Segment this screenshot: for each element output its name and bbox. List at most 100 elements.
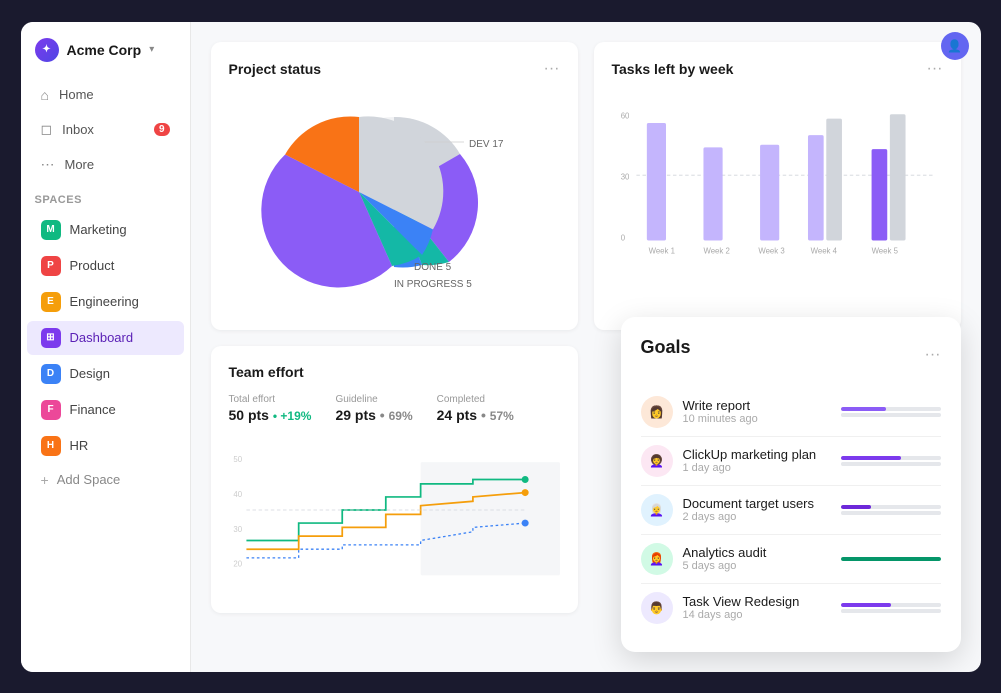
sidebar-item-hr[interactable]: H HR	[27, 429, 184, 463]
home-icon: ⌂	[41, 87, 49, 103]
svg-text:Week 1: Week 1	[648, 246, 674, 255]
bar-w4-2	[826, 118, 842, 240]
app-window: ✦ Acme Corp ▾ ⌂ Home ◻ Inbox 9 ⋯ More Sp…	[21, 22, 981, 672]
nav-home[interactable]: ⌂ Home	[27, 79, 184, 111]
stat-guideline: Guideline 29 pts • 69%	[335, 394, 412, 423]
goal-progress-1	[841, 456, 941, 466]
user-avatar[interactable]: 👤	[941, 32, 969, 60]
stat-guideline-value: 29 pts • 69%	[335, 407, 412, 423]
space-dot-marketing: M	[41, 220, 61, 240]
goal-info-4: Task View Redesign 14 days ago	[683, 594, 831, 621]
team-effort-card: Team effort Total effort 50 pts • +19% G…	[211, 346, 578, 613]
goal-item-4[interactable]: 👨 Task View Redesign 14 days ago	[641, 584, 941, 632]
sidebar-item-product[interactable]: P Product	[27, 249, 184, 283]
goal-progress-2	[841, 505, 941, 515]
svg-text:30: 30	[233, 524, 242, 533]
sidebar-item-marketing[interactable]: M Marketing	[27, 213, 184, 247]
tasks-more[interactable]: ···	[927, 60, 943, 78]
bar-w1-1	[646, 122, 665, 240]
goals-title: Goals	[641, 337, 691, 358]
svg-text:50: 50	[233, 455, 242, 464]
sidebar-item-engineering[interactable]: E Engineering	[27, 285, 184, 319]
goals-card: Goals ··· 👩 Write report 10 minutes ago …	[621, 317, 961, 652]
company-header[interactable]: ✦ Acme Corp ▾	[21, 38, 190, 78]
goal-name-1: ClickUp marketing plan	[683, 447, 831, 462]
goal-info-1: ClickUp marketing plan 1 day ago	[683, 447, 831, 474]
goal-time-0: 10 minutes ago	[683, 413, 831, 425]
goal-item-2[interactable]: 👩‍🦳 Document target users 2 days ago	[641, 486, 941, 535]
space-label-engineering: Engineering	[70, 294, 139, 309]
space-label-design: Design	[70, 366, 110, 381]
stat-guideline-label: Guideline	[335, 394, 412, 405]
bar-chart-svg: 60 30 0	[612, 92, 943, 302]
goal-progress-4	[841, 603, 941, 613]
goal-item-0[interactable]: 👩 Write report 10 minutes ago	[641, 388, 941, 437]
space-dot-product: P	[41, 256, 61, 276]
project-status-card: Project status ···	[211, 42, 578, 330]
tasks-title: Tasks left by week	[612, 61, 734, 77]
spaces-label: Spaces	[21, 182, 190, 212]
pie-chart-actual	[229, 92, 489, 292]
line-chart-container: 50 40 30 20	[229, 435, 560, 595]
space-dot-hr: H	[41, 436, 61, 456]
bar-chart-container: 60 30 0	[612, 92, 943, 312]
tasks-header: Tasks left by week ···	[612, 60, 943, 78]
stat-completed-label: Completed	[437, 394, 514, 405]
company-logo: ✦	[35, 38, 59, 62]
nav-inbox[interactable]: ◻ Inbox 9	[27, 113, 184, 146]
goal-avatar-4: 👨	[641, 592, 673, 624]
goal-avatar-0: 👩	[641, 396, 673, 428]
goal-avatar-2: 👩‍🦳	[641, 494, 673, 526]
goal-item-1[interactable]: 👩‍🦱 ClickUp marketing plan 1 day ago	[641, 437, 941, 486]
project-status-more[interactable]: ···	[544, 60, 560, 78]
bar-w5-2	[889, 114, 905, 240]
plus-icon: +	[41, 472, 49, 488]
team-effort-stats: Total effort 50 pts • +19% Guideline 29 …	[229, 394, 560, 423]
sidebar: ✦ Acme Corp ▾ ⌂ Home ◻ Inbox 9 ⋯ More Sp…	[21, 22, 191, 672]
space-label-dashboard: Dashboard	[70, 330, 134, 345]
goal-info-3: Analytics audit 5 days ago	[683, 545, 831, 572]
space-label-finance: Finance	[70, 402, 116, 417]
space-dot-design: D	[41, 364, 61, 384]
space-dot-dashboard: ⊞	[41, 328, 61, 348]
goal-time-2: 2 days ago	[683, 511, 831, 523]
add-space-label: Add Space	[57, 472, 121, 487]
nav-home-label: Home	[59, 87, 94, 102]
line-chart-svg: 50 40 30 20	[229, 435, 560, 585]
svg-text:Week 2: Week 2	[703, 246, 729, 255]
space-label-product: Product	[70, 258, 115, 273]
bar-w3-1	[760, 144, 779, 240]
goal-name-4: Task View Redesign	[683, 594, 831, 609]
bar-w5-1	[871, 149, 887, 240]
more-icon: ⋯	[41, 156, 55, 173]
sidebar-item-finance[interactable]: F Finance	[27, 393, 184, 427]
svg-text:30: 30	[620, 172, 629, 181]
sidebar-item-dashboard[interactable]: ⊞ Dashboard	[27, 321, 184, 355]
bar-w4-1	[807, 135, 823, 240]
goal-time-3: 5 days ago	[683, 560, 831, 572]
tasks-by-week-card: Tasks left by week ··· 60 30 0	[594, 42, 961, 330]
inbox-icon: ◻	[41, 121, 53, 138]
chevron-down-icon: ▾	[149, 44, 154, 55]
goal-info-2: Document target users 2 days ago	[683, 496, 831, 523]
add-space-button[interactable]: + Add Space	[27, 465, 184, 495]
stat-completed: Completed 24 pts • 57%	[437, 394, 514, 423]
svg-text:Week 4: Week 4	[810, 246, 837, 255]
svg-text:Week 5: Week 5	[871, 246, 898, 255]
project-status-header: Project status ···	[229, 60, 560, 78]
goal-item-3[interactable]: 👩‍🦰 Analytics audit 5 days ago	[641, 535, 941, 584]
stat-total-label: Total effort	[229, 394, 312, 405]
svg-text:20: 20	[233, 559, 242, 568]
nav-more[interactable]: ⋯ More	[27, 148, 184, 181]
goal-avatar-1: 👩‍🦱	[641, 445, 673, 477]
svg-text:40: 40	[233, 489, 242, 498]
team-effort-title: Team effort	[229, 364, 304, 380]
inbox-badge: 9	[154, 123, 170, 136]
pie-chart-container: DEV 17 DONE 5 OPEN 36 DESIGN 12 IN PROGR…	[229, 92, 560, 292]
svg-text:0: 0	[620, 233, 625, 242]
goals-more[interactable]: ···	[925, 346, 941, 364]
team-effort-header: Team effort	[229, 364, 560, 380]
space-dot-engineering: E	[41, 292, 61, 312]
sidebar-item-design[interactable]: D Design	[27, 357, 184, 391]
company-name: Acme Corp	[67, 42, 142, 58]
